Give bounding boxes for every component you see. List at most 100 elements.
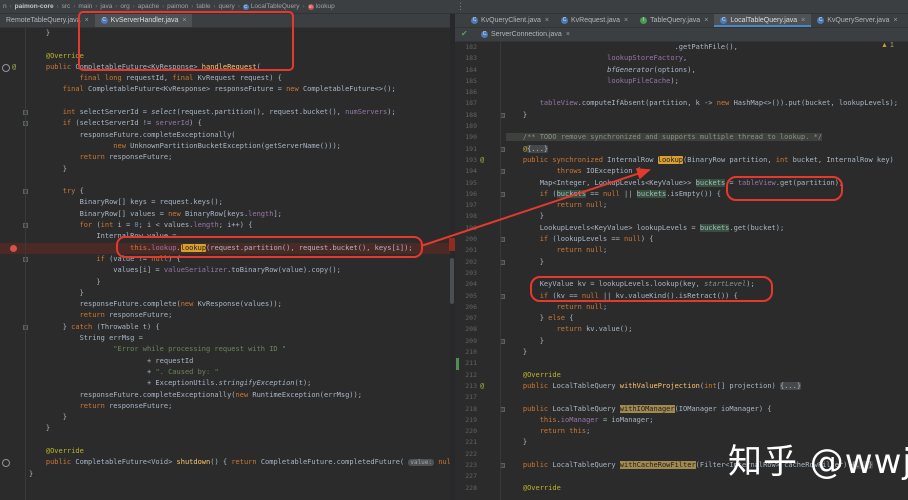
tab-LocalTableQuery.java[interactable]: C LocalTableQuery.java × [714,14,812,27]
close-icon[interactable]: × [566,31,570,38]
close-icon[interactable]: × [893,17,897,24]
code-line-185[interactable]: 185 lookupFileCache); [455,76,908,87]
code-line-187[interactable]: 187 tableView.computeIfAbsent(partition,… [455,98,908,109]
code-line-190[interactable]: 190 /** TODO remove synchronized and sup… [455,132,908,143]
breadcrumb-item-org[interactable]: org [120,3,129,10]
code-line-206[interactable]: 206 return null; [455,302,908,313]
code-line[interactable] [0,39,450,50]
code-line[interactable]: final CompletableFuture<KvResponse> resp… [0,84,450,95]
breadcrumb-item-apache[interactable]: apache [138,3,159,10]
breadcrumb-item-java[interactable]: java [100,3,112,10]
code-line[interactable]: for (int i = 0; i < values.length; i++) … [0,220,450,231]
code-line[interactable]: return responseFuture; [0,401,450,412]
breadcrumb-item-paimon[interactable]: paimon [167,3,188,10]
code-line-188[interactable]: 188 } [455,110,908,121]
code-line[interactable]: new UnknownPartitionBucketException(getS… [0,141,450,152]
code-line[interactable]: return responseFuture; [0,152,450,163]
close-icon[interactable]: × [704,17,708,24]
code-line[interactable] [0,96,450,107]
code-line[interactable]: try { [0,186,450,197]
code-line[interactable]: String errMsg = [0,333,450,344]
tab-ServerConnection.java[interactable]: C ServerConnection.java × [475,28,576,41]
tab-options-icon[interactable]: ⋮ [456,1,465,12]
code-line[interactable]: "Error while processing request with ID … [0,344,450,355]
tab-NetworkClient.java[interactable]: CNetworkClient.java [904,14,908,27]
code-line[interactable]: this.lookup.lookup(request.partition(), … [0,242,450,254]
code-line-203[interactable]: 203 [455,268,908,279]
breadcrumb-item-paimon-core[interactable]: paimon-core [15,3,54,10]
code-line[interactable]: } [0,469,450,480]
code-line-217[interactable]: 217 [455,392,908,403]
code-line-191[interactable]: 191 @{...} [455,144,908,155]
close-icon[interactable]: × [801,17,805,24]
breadcrumb-item-lookup[interactable]: m lookup [307,3,335,10]
code-line[interactable]: + requestId [0,356,450,367]
code-line[interactable]: responseFuture.complete(new KvResponse(v… [0,299,450,310]
breadcrumb-item-main[interactable]: main [78,3,92,10]
code-line-186[interactable]: 186 [455,87,908,98]
code-line[interactable] [0,175,450,186]
code-line-218[interactable]: 218 public LocalTableQuery withIOManager… [455,404,908,415]
code-line-201[interactable]: 201 return null; [455,245,908,256]
code-line[interactable]: int selectServerId = select(request.part… [0,107,450,118]
code-line[interactable] [0,435,450,446]
code-line-228[interactable]: 228 @Override [455,483,908,494]
close-icon[interactable]: × [85,17,89,24]
code-line-197[interactable]: 197 return null; [455,200,908,211]
code-line[interactable]: if (value != null) { [0,254,450,265]
code-line-205[interactable]: 205 if (kv == null || kv.valueKind().isR… [455,291,908,302]
code-line[interactable]: @Override [0,51,450,62]
scrollbar-thumb[interactable] [450,258,454,304]
tab-KvServerHandler.java[interactable]: C KvServerHandler.java × [94,14,193,27]
tab-RemoteTableQuery.java[interactable]: RemoteTableQuery.java × [0,14,95,27]
code-line[interactable]: InternalRow value = [0,231,450,242]
code-line-182[interactable]: 182 .getPathFile(), [455,42,908,53]
tab-KvQueryServer.java[interactable]: C KvQueryServer.java × [811,14,903,27]
code-line[interactable]: @ public CompletableFuture<KvResponse> h… [0,62,450,73]
breadcrumb-item-table[interactable]: table [196,3,210,10]
tab-KvQueryClient.java[interactable]: C KvQueryClient.java × [465,14,555,27]
code-line-194[interactable]: 194 throws IOException { [455,166,908,177]
close-icon[interactable]: × [624,17,628,24]
code-line[interactable]: + ExceptionUtils.stringifyException(t); [0,378,450,389]
code-line-212[interactable]: 212 @Override [455,370,908,381]
code-line[interactable]: public CompletableFuture<Void> shutdown(… [0,457,450,468]
tab-KvRequest.java[interactable]: C KvRequest.java × [555,14,634,27]
breadcrumb-item-n[interactable]: n [3,3,7,10]
close-icon[interactable]: × [182,17,186,24]
code-line[interactable]: return responseFuture; [0,310,450,321]
code-line-207[interactable]: 207 } else { [455,313,908,324]
code-line-200[interactable]: 200 if (lookupLevels == null) { [455,234,908,245]
code-line[interactable]: final long requestId, final KvRequest re… [0,73,450,84]
tab-TableQuery.java[interactable]: I TableQuery.java × [634,14,714,27]
code-line[interactable]: BinaryRow[] values = new BinaryRow[keys.… [0,209,450,220]
breadcrumb-item-src[interactable]: src [62,3,71,10]
code-line-211[interactable]: 211 [455,358,908,369]
code-line[interactable]: @Override [0,446,450,457]
code-line[interactable]: } [0,423,450,434]
code-line[interactable]: responseFuture.completeExceptionally(new… [0,390,450,401]
code-line-202[interactable]: 202 } [455,257,908,268]
code-line[interactable]: responseFuture.completeExceptionally( [0,130,450,141]
code-line[interactable]: } [0,412,450,423]
scrollbar-breakpoint-mark[interactable] [449,238,455,251]
code-line-199[interactable]: 199 LookupLevels<KeyValue> lookupLevels … [455,223,908,234]
code-line[interactable]: BinaryRow[] keys = request.keys(); [0,197,450,208]
breadcrumb-item-query[interactable]: query [219,3,235,10]
code-line-208[interactable]: 208 return kv.value(); [455,324,908,335]
code-line-195[interactable]: 195 Map<Integer, LookupLevels<KeyValue>>… [455,178,908,189]
code-line[interactable]: } [0,28,450,39]
code-line-196[interactable]: 196 if (buckets == null || buckets.isEmp… [455,189,908,200]
close-icon[interactable]: × [545,17,549,24]
breadcrumb-item-LocalTableQuery[interactable]: C LocalTableQuery [242,3,300,10]
code-line[interactable]: + ". Caused by: " [0,367,450,378]
code-line[interactable]: } [0,277,450,288]
code-line[interactable]: values[i] = valueSerializer.toBinaryRow(… [0,265,450,276]
code-line-198[interactable]: 198 } [455,211,908,222]
code-line[interactable]: } catch (Throwable t) { [0,322,450,333]
code-line-209[interactable]: 209 } [455,336,908,347]
code-line[interactable]: } [0,288,450,299]
inspection-warning-badge[interactable]: ▲ 1 [881,42,894,49]
code-line[interactable]: if (selectServerId != serverId) { [0,118,450,129]
code-line-210[interactable]: 210 } [455,347,908,358]
